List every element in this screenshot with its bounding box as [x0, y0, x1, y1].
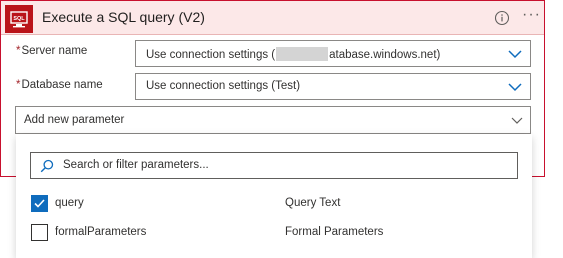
action-header[interactable]: SQL Execute a SQL query (V2) ··· [1, 1, 544, 35]
formal-parameters-checkbox[interactable] [31, 224, 48, 241]
info-icon[interactable] [494, 10, 510, 26]
parameter-search-input[interactable]: Search or filter parameters... [30, 152, 518, 179]
server-name-label: *Server name [16, 45, 87, 57]
formal-parameters-option-description[interactable]: Formal Parameters [285, 226, 383, 238]
server-name-value-prefix: Use connection settings ( [146, 49, 276, 61]
sql-server-icon: SQL [5, 5, 33, 33]
formal-parameters-option-name[interactable]: formalParameters [55, 226, 146, 238]
database-name-dropdown[interactable]: Use connection settings (Test) [135, 73, 531, 100]
redacted-block [276, 47, 329, 61]
database-name-value: Use connection settings (Test) [146, 80, 301, 92]
database-name-label: *Database name [16, 79, 103, 91]
add-new-parameter-dropdown[interactable]: Add new parameter [15, 106, 531, 134]
search-icon [40, 159, 54, 173]
required-marker: * [16, 79, 21, 91]
checkmark-icon [34, 199, 45, 208]
query-option-name[interactable]: query [55, 197, 84, 209]
logo-text: SQL [13, 16, 25, 22]
server-name-value-suffix: atabase.windows.net) [329, 49, 441, 61]
chevron-down-icon [508, 83, 522, 92]
database-name-label-text: Database name [21, 79, 103, 91]
add-new-parameter-label: Add new parameter [24, 114, 125, 126]
required-marker: * [16, 45, 21, 57]
chevron-down-icon [511, 117, 523, 124]
query-checkbox[interactable] [31, 195, 48, 212]
server-name-dropdown[interactable]: Use connection settings ( atabase.windows… [135, 40, 531, 67]
search-placeholder: Search or filter parameters... [63, 159, 209, 171]
server-name-label-text: Server name [21, 45, 88, 57]
more-options-icon[interactable]: ··· [522, 7, 541, 23]
chevron-down-icon [508, 50, 522, 59]
query-option-description[interactable]: Query Text [285, 197, 340, 209]
server-name-value: Use connection settings ( atabase.windows… [146, 47, 440, 61]
action-title[interactable]: Execute a SQL query (V2) [42, 9, 205, 25]
